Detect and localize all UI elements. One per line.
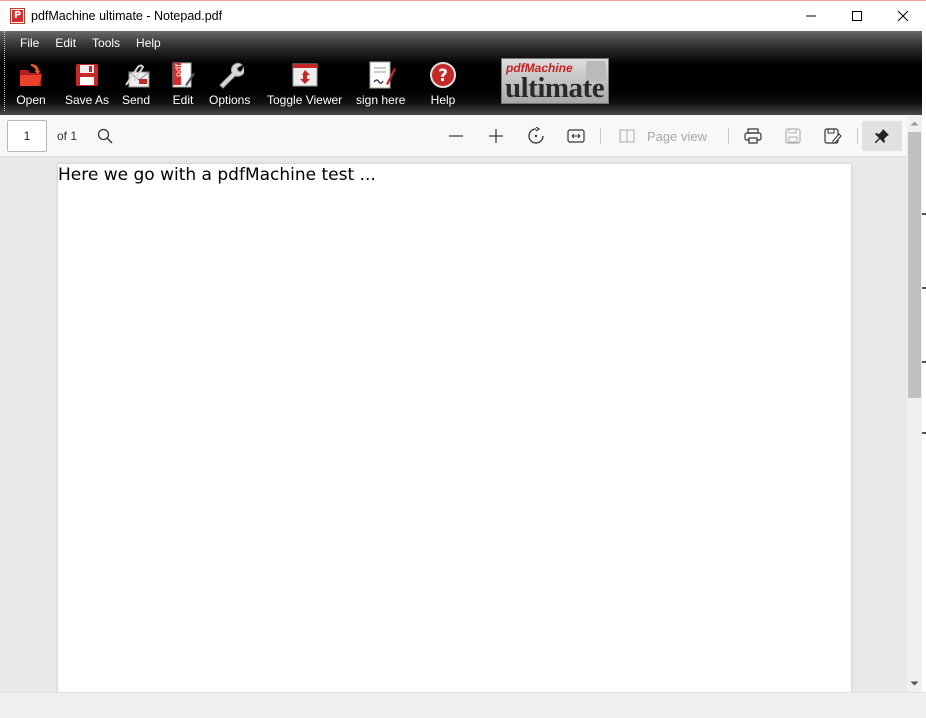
toggle-viewer-label: Toggle Viewer xyxy=(267,93,343,107)
edge-marker xyxy=(922,287,926,289)
toolbar-divider xyxy=(728,128,729,144)
close-button[interactable] xyxy=(880,1,926,31)
window-title: pdfMachine ultimate - Notepad.pdf xyxy=(31,9,223,23)
toggle-viewer-button[interactable]: Toggle Viewer xyxy=(267,60,342,112)
envelope-paperclip-icon xyxy=(121,60,151,90)
signature-pen-icon xyxy=(366,60,396,90)
help-label: Help xyxy=(430,93,456,107)
toggle-viewer-icon xyxy=(290,60,320,90)
open-folder-icon xyxy=(16,60,46,90)
maximize-button[interactable] xyxy=(834,1,880,31)
chevron-up-icon xyxy=(910,121,919,126)
save-edit-icon xyxy=(824,128,842,144)
pdfmachine-ultimate-logo: pdfMachine ultimate xyxy=(501,58,609,104)
save-as-label: Save As xyxy=(65,93,110,107)
scroll-up-button[interactable] xyxy=(907,115,922,131)
zoom-out-button[interactable] xyxy=(446,126,466,146)
edge-marker xyxy=(922,213,926,215)
status-bar xyxy=(0,692,926,718)
pdf-page: Here we go with a pdfMachine test ... xyxy=(58,164,851,692)
rotate-icon xyxy=(528,127,544,144)
scroll-down-button[interactable] xyxy=(907,676,922,692)
title-bar: P pdfMachine ultimate - Notepad.pdf xyxy=(0,0,926,31)
svg-text:?: ? xyxy=(438,66,448,86)
edge-marker xyxy=(922,361,926,363)
page-count: of 1 xyxy=(57,129,78,143)
toolbar-divider xyxy=(857,128,858,144)
toolbar-divider xyxy=(600,128,601,144)
options-button[interactable]: Options xyxy=(209,60,250,112)
rotate-button[interactable] xyxy=(526,126,546,146)
toolbar-grip[interactable] xyxy=(4,31,6,111)
wrench-icon xyxy=(215,60,245,90)
vertical-scrollbar[interactable] xyxy=(907,115,922,692)
save-button-disabled[interactable] xyxy=(783,126,803,146)
edit-label: Edit xyxy=(172,93,194,107)
page-view-button[interactable]: Page view xyxy=(619,126,707,146)
send-label: Send xyxy=(121,93,151,107)
menu-tools[interactable]: Tools xyxy=(84,35,128,51)
floppy-disk-icon xyxy=(72,60,102,90)
maximize-icon xyxy=(852,11,862,21)
edge-marker xyxy=(922,432,926,434)
save-icon xyxy=(785,128,801,144)
minimize-icon xyxy=(806,15,816,17)
fit-width-button[interactable] xyxy=(566,126,586,146)
save-as-button[interactable]: Save As xyxy=(65,60,109,112)
sign-here-button[interactable]: sign here xyxy=(356,60,405,112)
pin-button[interactable] xyxy=(862,121,902,151)
page-view-icon xyxy=(619,129,635,143)
page-number-input[interactable]: 1 xyxy=(7,120,47,152)
sign-here-label: sign here xyxy=(356,93,406,107)
pdf-edit-icon: pdf xyxy=(168,60,198,90)
page-text: Here we go with a pdfMachine test ... xyxy=(58,165,376,185)
print-icon xyxy=(744,128,762,144)
search-button[interactable] xyxy=(95,126,115,146)
open-label: Open xyxy=(16,93,46,107)
svg-text:pdf: pdf xyxy=(174,64,183,77)
open-button[interactable]: Open xyxy=(16,60,46,112)
pin-icon xyxy=(875,129,889,143)
send-button[interactable]: Send xyxy=(121,60,151,112)
menu-help[interactable]: Help xyxy=(128,35,169,51)
search-icon xyxy=(97,128,113,144)
zoom-in-button[interactable] xyxy=(486,126,506,146)
plus-icon xyxy=(489,129,503,143)
page-view-label: Page view xyxy=(647,128,707,144)
menu-bar: File Edit Tools Help xyxy=(12,35,169,51)
fit-width-icon xyxy=(567,129,585,143)
minimize-button[interactable] xyxy=(788,1,834,31)
scrollbar-thumb[interactable] xyxy=(908,132,921,398)
print-button[interactable] xyxy=(743,126,763,146)
logo-line2: ultimate xyxy=(505,72,605,104)
help-question-icon: ? xyxy=(428,60,458,90)
help-button[interactable]: ? Help xyxy=(428,60,458,112)
app-icon-letter: P xyxy=(12,10,23,22)
menu-edit[interactable]: Edit xyxy=(47,35,84,51)
edit-button[interactable]: pdf Edit xyxy=(168,60,198,112)
minus-icon xyxy=(449,135,463,137)
save-edit-button[interactable] xyxy=(823,126,843,146)
document-viewport[interactable]: Here we go with a pdfMachine test ... xyxy=(0,157,907,692)
menu-file[interactable]: File xyxy=(12,35,47,51)
close-icon xyxy=(897,10,909,22)
viewer-toolbar: 1 of 1 Page view xyxy=(0,115,926,157)
chevron-down-icon xyxy=(910,681,919,686)
app-icon[interactable]: P xyxy=(10,8,25,24)
options-label: Options xyxy=(209,93,251,107)
